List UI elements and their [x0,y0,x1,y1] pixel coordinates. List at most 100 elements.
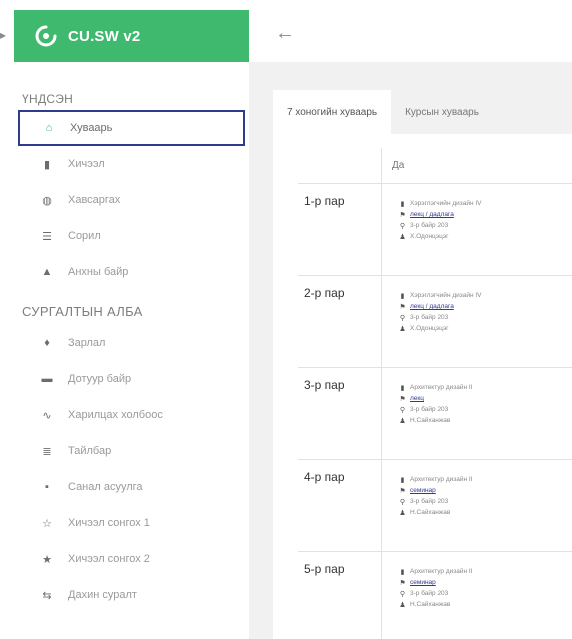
location-pin-icon: ⚲ [399,314,406,322]
bed-icon: ▬ [41,373,53,385]
period-label: 1-р пар [298,184,382,275]
chat-icon: ▪ [45,481,49,493]
type-line[interactable]: ⚑ семинар [398,577,572,588]
course-name: Хэрэглэгчийн дизайн IV [410,200,482,207]
location-pin-icon: ⚲ [399,406,406,414]
location-pin-icon: ⚲ [399,590,406,598]
course-line: ▮ Хэрэглэгчийн дизайн IV [398,290,572,301]
sidebar-item-survey[interactable]: ▪ Санал асуулга [18,469,245,505]
room-line: ⚲ 3-р байр 203 [398,312,572,323]
course-name: Архитектур дизайн II [410,384,473,391]
top-bar: ← [249,10,572,62]
sidebar-item-schedule[interactable]: ⌂ Хуваарь [18,110,245,146]
schedule-cell[interactable]: ▮ Архитектур дизайн II ⚑ семинар ⚲ 3-р байр 2… [382,552,572,639]
schedule-cell[interactable]: ▮ Хэрэглэгчийн дизайн IV ⚑ лекц / дадлага ⚲ 3… [382,184,572,275]
course-line: ▮ Архитектур дизайн II [398,474,572,485]
lesson-type-link[interactable]: лекц / дадлага [410,211,454,218]
tab-weekly-schedule[interactable]: 7 хоногийн хуваарь [273,90,392,134]
schedule-tabs: 7 хоногийн хуваарь Курсын хуваарь [273,90,572,134]
sidebar-item-quiz[interactable]: ☰ Сорил [18,218,245,254]
type-line[interactable]: ⚑ семинар [398,485,572,496]
sidebar-item-label: Хуваарь [70,122,113,134]
back-arrow-icon[interactable]: ← [275,22,295,45]
star-outline-icon: ☆ [42,517,52,530]
user-icon: ♟ [399,509,406,517]
sidebar-item-course-select-1[interactable]: ☆ Хичээл сонгох 1 [18,505,245,541]
book-icon: ▮ [400,568,405,576]
type-line[interactable]: ⚑ лекц [398,393,572,404]
type-line[interactable]: ⚑ лекц / дадлага [398,301,572,312]
globe-icon: ◍ [42,194,52,207]
table-icon: ≣ [42,445,52,458]
teacher-name: Н.Сайханжав [410,509,451,516]
schedule-cell[interactable]: ▮ Хэрэглэгчийн дизайн IV ⚑ лекц / дадлага ⚲ 3… [382,276,572,367]
location-pin-icon: ⚲ [399,222,406,230]
sidebar-item-retake[interactable]: ⇆ Дахин суралт [18,577,245,613]
schedule-cell[interactable]: ▮ Архитектур дизайн II ⚑ семинар ⚲ 3-р байр 2… [382,460,572,551]
sidebar-item-label: Дахин суралт [68,589,137,601]
table-header: Да [298,148,572,184]
sidebar-nav-office: ♦ Зарлал ▬ Дотуур байр ∿ Харилцах холбоо… [18,325,245,613]
sidebar: ҮНДСЭН ⌂ Хуваарь ▮ Хичээл ◍ Хавсаргах ☰ … [14,62,249,639]
course-line: ▮ Архитектур дизайн II [398,566,572,577]
app-brand-header[interactable]: CU.SW v2 [14,10,249,62]
sidebar-item-label: Харилцах холбоос [68,409,163,421]
room-name: 3-р байр 203 [410,498,449,505]
sidebar-item-dormitory[interactable]: ▬ Дотуур байр [18,361,245,397]
book-icon: ▮ [43,158,51,171]
table-row: 1-р пар ▮ Хэрэглэгчийн дизайн IV ⚑ лекц / да… [298,184,572,276]
teacher-name: Х.Одонцэцэг [410,233,449,240]
room-name: 3-р байр 203 [410,222,449,229]
sidebar-item-attach[interactable]: ◍ Хавсаргах [18,182,245,218]
course-name: Архитектур дизайн II [410,476,473,483]
sidebar-item-label: Зарлал [68,337,106,349]
teacher-line: ♟ Х.Одонцэцэг [398,323,572,334]
lesson-type-link[interactable]: лекц / дадлага [410,303,454,310]
sidebar-item-building[interactable]: ▲ Анхны байр [18,254,245,290]
room-line: ⚲ 3-р байр 203 [398,220,572,231]
period-label: 5-р пар [298,552,382,639]
sidebar-item-description[interactable]: ≣ Тайлбар [18,433,245,469]
table-row: 2-р пар ▮ Хэрэглэгчийн дизайн IV ⚑ лекц / да… [298,276,572,368]
sidebar-item-links[interactable]: ∿ Харилцах холбоос [18,397,245,433]
room-name: 3-р байр 203 [410,314,449,321]
period-label: 3-р пар [298,368,382,459]
period-label: 2-р пар [298,276,382,367]
book-icon: ▮ [400,476,405,484]
home-icon: ⌂ [45,122,53,134]
user-icon: ♟ [399,233,406,241]
course-name: Архитектур дизайн II [410,568,473,575]
teacher-line: ♟ Х.Одонцэцэг [398,231,572,242]
user-icon: ♟ [399,417,406,425]
tab-course-schedule[interactable]: Курсын хуваарь [391,90,493,134]
sidebar-item-label: Анхны байр [68,266,129,278]
sidebar-item-label: Хавсаргах [68,194,121,206]
schedule-cell[interactable]: ▮ Архитектур дизайн II ⚑ лекц ⚲ 3-р байр 203 ♟… [382,368,572,459]
lesson-type-link[interactable]: семинар [410,579,436,586]
user-icon: ♟ [399,601,406,609]
sidebar-section-main: ҮНДСЭН [22,92,74,106]
table-row: 3-р пар ▮ Архитектур дизайн II ⚑ лекц ⚲ 3-р ба… [298,368,572,460]
exchange-icon: ⇆ [42,589,52,602]
sidebar-item-label: Хичээл сонгох 1 [68,517,150,529]
sidebar-item-announcements[interactable]: ♦ Зарлал [18,325,245,361]
sidebar-item-label: Хичээл сонгох 2 [68,553,150,565]
schedule-card: 7 хоногийн хуваарь Курсын хуваарь Да 1-р… [273,90,572,639]
table-row: 4-р пар ▮ Архитектур дизайн II ⚑ семинар ⚲ 3-р… [298,460,572,552]
sidebar-item-course-select-2[interactable]: ★ Хичээл сонгох 2 [18,541,245,577]
course-line: ▮ Хэрэглэгчийн дизайн IV [398,198,572,209]
sidebar-item-label: Тайлбар [68,445,112,457]
teacher-line: ♟ Н.Сайханжав [398,415,572,426]
table-header-corner [298,148,382,183]
flag-icon: ⚑ [399,395,406,403]
type-line[interactable]: ⚑ лекц / дадлага [398,209,572,220]
sidebar-item-lessons[interactable]: ▮ Хичээл [18,146,245,182]
book-icon: ▮ [400,384,405,392]
flag-icon: ⚑ [399,211,406,219]
lesson-type-link[interactable]: лекц [410,395,424,402]
flag-icon: ⚑ [399,487,406,495]
teacher-name: Н.Сайханжав [410,601,451,608]
room-name: 3-р байр 203 [410,406,449,413]
schedule-table: Да 1-р пар ▮ Хэрэглэгчийн дизайн IV ⚑ лекц /… [298,148,572,639]
lesson-type-link[interactable]: семинар [410,487,436,494]
